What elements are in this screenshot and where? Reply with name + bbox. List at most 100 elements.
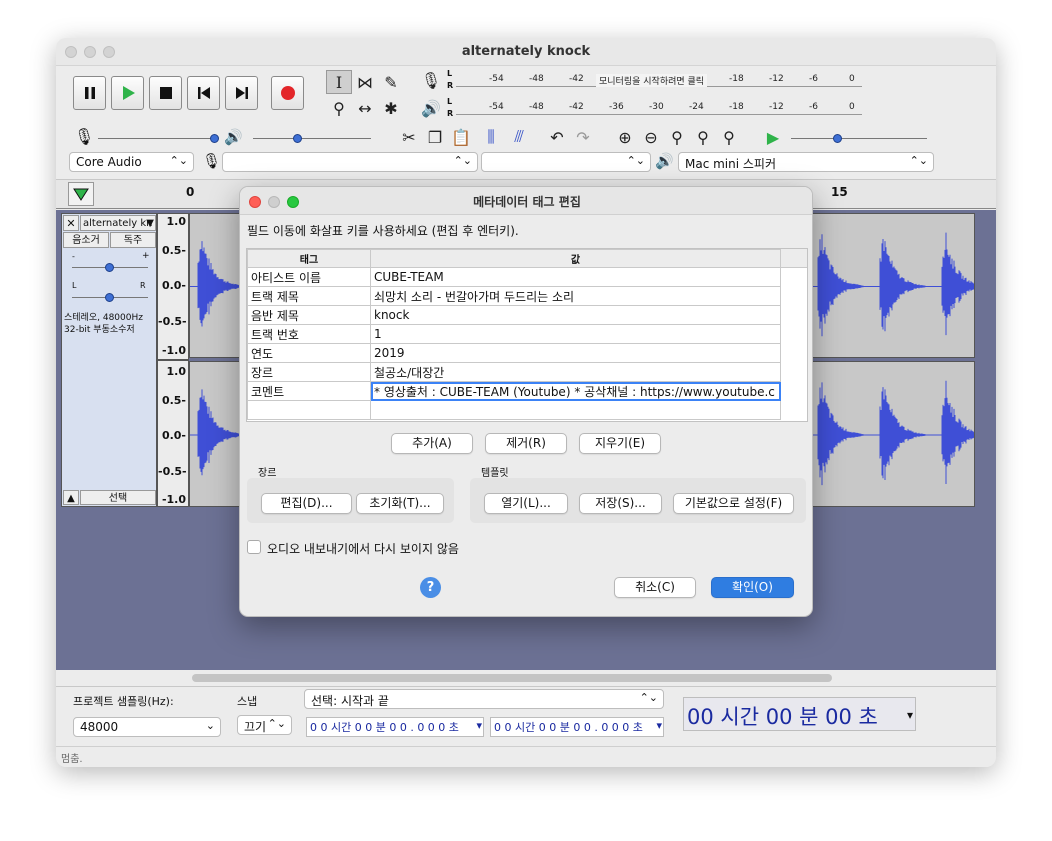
- input-volume-slider[interactable]: [98, 138, 218, 139]
- audio-position-time[interactable]: 00 시간 00 분 00 초 ▾: [683, 697, 916, 731]
- zoom-toggle-button[interactable]: ⚲: [716, 125, 742, 149]
- zoom-out-button[interactable]: ⊖: [638, 125, 664, 149]
- stop-button[interactable]: [149, 76, 182, 110]
- audio-host-select[interactable]: Core Audio ⌃⌄: [69, 152, 194, 172]
- tag-cell[interactable]: 장르: [247, 362, 371, 382]
- tag-cell[interactable]: 코멘트: [247, 381, 371, 401]
- tag-row[interactable]: 트랙 번호 1: [247, 324, 781, 344]
- silence-button[interactable]: ⫻: [506, 125, 532, 149]
- tag-row[interactable]: [247, 400, 781, 420]
- cancel-button[interactable]: 취소(C): [614, 577, 696, 598]
- value-cell[interactable]: 쇠망치 소리 - 번갈아가며 두드리는 소리: [370, 286, 781, 306]
- value-cell[interactable]: 철공소/대장간: [370, 362, 781, 382]
- track-pan-thumb[interactable]: [105, 293, 114, 302]
- play-meter[interactable]: -54 -48 -42 -36 -30 -24 -18 -12 -6 0: [456, 99, 862, 115]
- tag-cell[interactable]: 연도: [247, 343, 371, 363]
- save-template-button[interactable]: 저장(S)...: [579, 493, 662, 514]
- template-group-label: 템플릿: [481, 468, 509, 479]
- tag-cell[interactable]: [247, 400, 371, 420]
- play-button[interactable]: [111, 76, 144, 110]
- fit-project-button[interactable]: ⚲: [690, 125, 716, 149]
- recording-channels-select[interactable]: ⌃⌄: [481, 152, 651, 172]
- help-button[interactable]: ?: [420, 577, 441, 598]
- zoom-tool[interactable]: ⚲: [326, 96, 352, 120]
- skip-to-end-button[interactable]: [225, 76, 258, 110]
- paste-button[interactable]: 📋: [448, 125, 474, 149]
- output-volume-slider[interactable]: [253, 138, 371, 139]
- set-default-template-button[interactable]: 기본값으로 설정(F): [673, 493, 794, 514]
- selection-start-time[interactable]: 0 0 시간 0 0 분 0 0 . 0 0 0 초 ▾: [306, 717, 484, 737]
- mute-button[interactable]: 음소거: [63, 232, 109, 248]
- track-name-menu[interactable]: alternately kn ▼: [80, 215, 156, 231]
- tags-grid[interactable]: 태그 값 아티스트 이름 CUBE-TEAM 트랙 제목 쇠망치 소리 - 번갈아가며…: [246, 248, 808, 422]
- play-at-speed-button[interactable]: ▶: [760, 125, 786, 149]
- skip-to-start-button[interactable]: [187, 76, 220, 110]
- y-label: 0.5-: [161, 244, 186, 257]
- timeline-options-button[interactable]: [68, 182, 94, 206]
- tag-row[interactable]: 코멘트 * 영상출처 : CUBE-TEAM (Youtube) * 공삭채널 :…: [247, 381, 781, 401]
- cut-button[interactable]: ✂: [396, 125, 422, 149]
- solo-button[interactable]: 독주: [110, 232, 156, 248]
- record-meter-prompt[interactable]: 모니터링을 시작하려면 클릭: [596, 74, 708, 87]
- draw-tool[interactable]: ✎: [378, 70, 404, 94]
- remove-tag-button[interactable]: 제거(R): [485, 433, 567, 454]
- selection-mode-select[interactable]: 선택: 시작과 끝 ⌃⌄: [304, 689, 664, 709]
- snap-select[interactable]: 끄기 ⌃⌄: [237, 715, 292, 735]
- tag-row[interactable]: 아티스트 이름 CUBE-TEAM: [247, 267, 781, 287]
- multi-tool[interactable]: ✱: [378, 96, 404, 120]
- zoom-in-button[interactable]: ⊕: [612, 125, 638, 149]
- value-cell[interactable]: CUBE-TEAM: [370, 267, 781, 287]
- select-track-button[interactable]: 선택: [80, 490, 156, 505]
- value-cell[interactable]: [370, 400, 781, 420]
- horizontal-scrollbar[interactable]: [192, 674, 832, 682]
- play-speed-slider[interactable]: [791, 138, 927, 139]
- record-meter-button[interactable]: 🎙: [418, 68, 444, 92]
- envelope-tool[interactable]: ⋈: [352, 70, 378, 94]
- playback-device-select[interactable]: Mac mini 스피커 ⌃⌄: [678, 152, 934, 172]
- tag-row[interactable]: 트랙 제목 쇠망치 소리 - 번갈아가며 두드리는 소리: [247, 286, 781, 306]
- tag-row[interactable]: 장르 철공소/대장간: [247, 362, 781, 382]
- value-cell[interactable]: knock: [370, 305, 781, 325]
- project-rate-select[interactable]: 48000 ⌄: [73, 717, 221, 737]
- input-volume-thumb[interactable]: [210, 134, 219, 143]
- tag-cell[interactable]: 트랙 번호: [247, 324, 371, 344]
- selection-end-time[interactable]: 0 0 시간 0 0 분 0 0 . 0 0 0 초 ▾: [490, 717, 664, 737]
- collapse-track-button[interactable]: ▲: [63, 490, 79, 505]
- undo-button[interactable]: ↶: [544, 125, 570, 149]
- value-cell-editing[interactable]: * 영상출처 : CUBE-TEAM (Youtube) * 공삭채널 : ht…: [370, 381, 781, 401]
- reset-genres-button[interactable]: 초기화(T)...: [356, 493, 444, 514]
- value-cell[interactable]: 2019: [370, 343, 781, 363]
- recording-device-select[interactable]: ⌃⌄: [222, 152, 478, 172]
- copy-button[interactable]: ❐: [422, 125, 448, 149]
- meter-tick-label: 0: [849, 102, 855, 112]
- play-speed-thumb[interactable]: [833, 134, 842, 143]
- trim-button[interactable]: ⫼: [478, 125, 504, 149]
- selection-tool[interactable]: I: [326, 70, 352, 94]
- edit-genres-button[interactable]: 편집(D)...: [261, 493, 352, 514]
- dont-show-checkbox[interactable]: [247, 540, 261, 554]
- chevron-updown-icon: ⌃⌄: [267, 717, 286, 730]
- output-volume-thumb[interactable]: [293, 134, 302, 143]
- pause-button[interactable]: [73, 76, 106, 110]
- clear-tags-button[interactable]: 지우기(E): [579, 433, 661, 454]
- add-tag-button[interactable]: 추가(A): [391, 433, 473, 454]
- playback-device-value: Mac mini 스피커: [685, 157, 777, 171]
- track-close-button[interactable]: ✕: [63, 215, 79, 231]
- pan-left-label: L: [72, 281, 77, 290]
- value-cell[interactable]: 1: [370, 324, 781, 344]
- track-gain-thumb[interactable]: [105, 263, 114, 272]
- time-shift-tool[interactable]: ↔: [352, 96, 378, 120]
- meter-tick-label: -6: [809, 74, 818, 84]
- record-meter[interactable]: 모니터링을 시작하려면 클릭 -54 -48 -42 -18 -12 -6 0: [456, 71, 862, 87]
- load-template-button[interactable]: 열기(L)...: [484, 493, 568, 514]
- tag-cell[interactable]: 트랙 제목: [247, 286, 371, 306]
- tag-row[interactable]: 연도 2019: [247, 343, 781, 363]
- ok-button[interactable]: 확인(O): [711, 577, 794, 598]
- tag-cell[interactable]: 음반 제목: [247, 305, 371, 325]
- record-button[interactable]: [271, 76, 304, 110]
- redo-button[interactable]: ↷: [570, 125, 596, 149]
- fit-selection-button[interactable]: ⚲: [664, 125, 690, 149]
- tag-cell[interactable]: 아티스트 이름: [247, 267, 371, 287]
- tag-row[interactable]: 음반 제목 knock: [247, 305, 781, 325]
- play-meter-button[interactable]: 🔊: [418, 96, 444, 120]
